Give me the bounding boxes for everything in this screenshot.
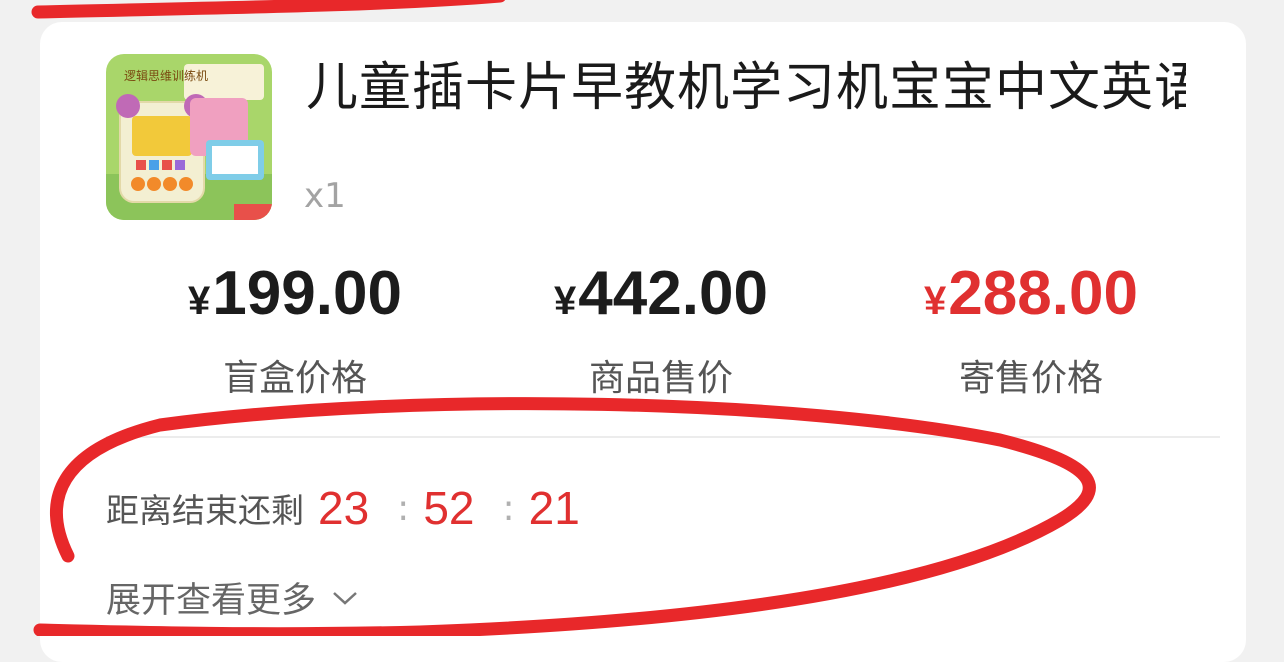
product-quantity: x1	[304, 176, 346, 216]
expand-more-button[interactable]: 展开查看更多	[106, 572, 358, 623]
price-consignment: ¥288.00 寄售价格	[886, 258, 1176, 401]
countdown: 距离结束还剩 23 : 52 : 21	[106, 478, 580, 538]
divider	[106, 436, 1220, 438]
price-retail: ¥442.00 商品售价	[516, 258, 806, 401]
product-image: 逻辑思维训练机	[106, 54, 272, 220]
countdown-label: 距离结束还剩	[106, 491, 304, 530]
product-thumbnail[interactable]: 逻辑思维训练机	[106, 54, 272, 220]
countdown-separator: :	[397, 487, 410, 529]
price-value: ¥199.00	[188, 259, 402, 328]
chevron-down-icon	[333, 591, 357, 605]
countdown-seconds: 21	[528, 482, 580, 534]
price-label: 寄售价格	[958, 358, 1103, 399]
expand-label: 展开查看更多	[106, 581, 317, 621]
countdown-hours: 23	[318, 482, 370, 534]
countdown-separator: :	[502, 487, 515, 529]
price-label: 商品售价	[588, 358, 733, 399]
price-value: ¥288.00	[924, 259, 1138, 328]
title-fade	[306, 112, 1186, 134]
price-label: 盲盒价格	[222, 358, 367, 399]
thumbnail-text: 逻辑思维训练机	[124, 68, 208, 83]
price-blind-box: ¥199.00 盲盒价格	[150, 258, 440, 401]
countdown-minutes: 52	[423, 482, 475, 534]
annotation-stroke-top	[31, 0, 506, 19]
price-value: ¥442.00	[554, 259, 768, 328]
